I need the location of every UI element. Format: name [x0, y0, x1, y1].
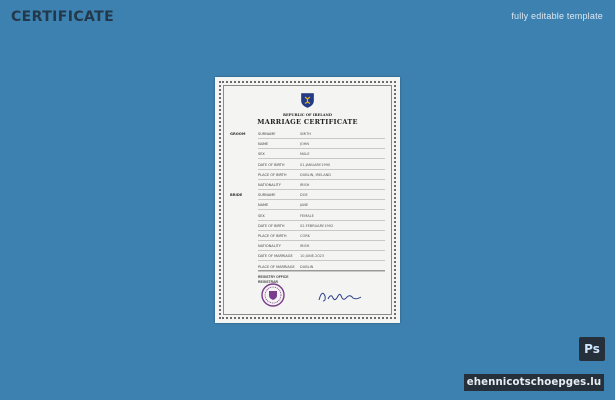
- row-label: NAME: [258, 142, 269, 147]
- certificate-row: SURNAME SMITH: [258, 131, 385, 139]
- row-label: SEX: [258, 213, 265, 218]
- row-value: JOHN: [300, 142, 310, 147]
- row-value: IRISH: [300, 244, 310, 249]
- row-label: DATE OF BIRTH: [258, 223, 285, 228]
- page-subtitle: fully editable template: [511, 11, 603, 21]
- row-label: PLACE OF BIRTH: [258, 172, 287, 177]
- row-value: DUBLIN: [300, 264, 314, 269]
- row-value: JANE: [300, 203, 309, 208]
- seal-icon: [261, 283, 285, 307]
- row-label: PLACE OF MARRIAGE: [258, 264, 295, 269]
- row-label: NATIONALITY: [258, 244, 281, 249]
- row-value: MALE: [300, 152, 310, 157]
- row-label: SEX: [258, 152, 265, 157]
- row-value: 10.JUNE.2023: [300, 254, 325, 259]
- row-label: SURNAME: [258, 132, 276, 136]
- groom-label: GROOM: [230, 132, 246, 136]
- certificate-title: MARRIAGE CERTIFICATE: [257, 118, 358, 126]
- certificate-row: SURNAME DOE: [258, 192, 385, 201]
- crest-icon: [301, 93, 314, 108]
- bride-label: BRIDE: [230, 193, 243, 197]
- row-label: PLACE OF BIRTH: [258, 234, 287, 238]
- row-value: DOE: [300, 193, 308, 198]
- certificate-row: DATE OF MARRIAGE 10.JUNE.2023: [258, 253, 385, 262]
- row-value: SMITH: [300, 132, 312, 136]
- certificate-country: REPUBLIC OF IRELAND: [283, 113, 332, 117]
- certificate-row: DATE OF BIRTH 01.JANUARY.1990: [258, 162, 385, 170]
- certificate-row: NAME JOHN: [258, 141, 385, 150]
- row-value: CORK: [300, 234, 310, 238]
- certificate-row: SEX MALE: [258, 151, 385, 160]
- certificate-row: PLACE OF BIRTH DUBLIN, IRELAND: [258, 172, 385, 180]
- footer-divider: [258, 270, 385, 271]
- certificate-row: DATE OF BIRTH 02.FEBRUARY.1992: [258, 223, 385, 231]
- certificate-row: NATIONALITY IRISH: [258, 182, 385, 190]
- row-label: DATE OF BIRTH: [258, 162, 285, 167]
- certificate-row: PLACE OF BIRTH CORK: [258, 233, 385, 241]
- registry-office-text: REGISTRY OFFICE: [258, 275, 289, 279]
- certificate-preview: REPUBLIC OF IRELAND MARRIAGE CERTIFICATE…: [215, 77, 400, 323]
- row-value: IRISH: [300, 183, 310, 187]
- signature-icon: [318, 292, 362, 302]
- photoshop-badge-icon: Ps: [579, 337, 605, 361]
- watermark-banner: ehennicotschoepges.lu: [464, 374, 604, 391]
- row-label: DATE OF MARRIAGE: [258, 254, 293, 259]
- row-value: DUBLIN, IRELAND: [300, 172, 331, 177]
- certificate-row: NAME JANE: [258, 202, 385, 211]
- page-title: CERTIFICATE: [11, 9, 115, 25]
- row-value: 02.FEBRUARY.1992: [300, 223, 334, 228]
- certificate-row: SEX FEMALE: [258, 213, 385, 221]
- certificate-row: NATIONALITY IRISH: [258, 243, 385, 252]
- row-value: 01.JANUARY.1990: [300, 162, 331, 167]
- row-label: SURNAME: [258, 193, 276, 198]
- row-label: NAME: [258, 203, 269, 208]
- row-label: NATIONALITY: [258, 183, 281, 187]
- row-value: FEMALE: [300, 213, 314, 218]
